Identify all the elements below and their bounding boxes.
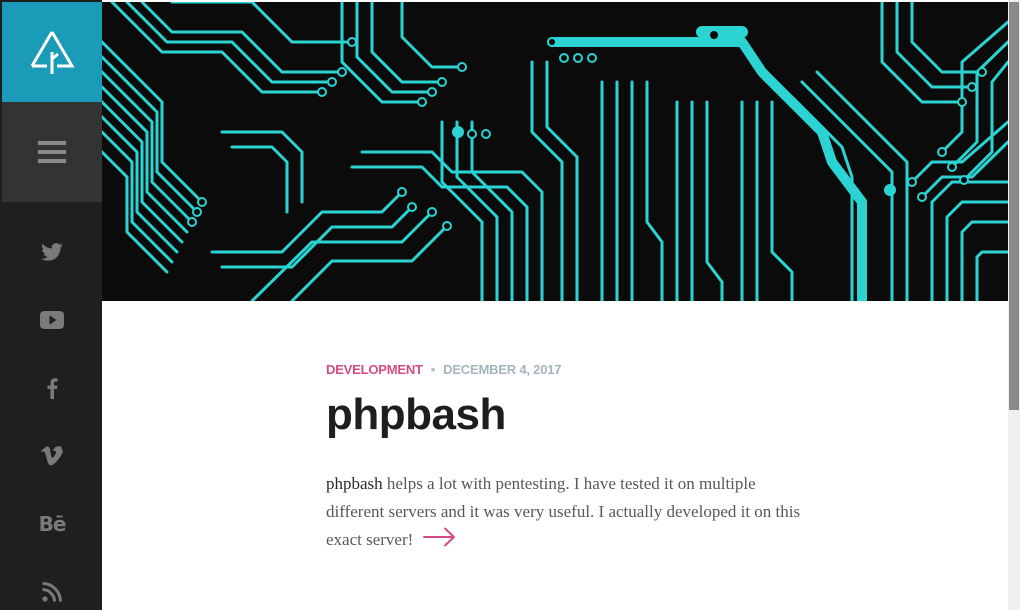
excerpt-lead: phpbash bbox=[326, 474, 383, 493]
twitter-icon bbox=[41, 243, 63, 261]
scrollbar-thumb[interactable] bbox=[1009, 2, 1019, 410]
sidebar: Bē bbox=[0, 0, 102, 610]
post-date-link[interactable]: DECEMBER 4, 2017 bbox=[443, 362, 561, 377]
rss-link[interactable] bbox=[2, 572, 102, 610]
youtube-icon bbox=[40, 311, 64, 329]
post-category-link[interactable]: DEVELOPMENT bbox=[326, 362, 423, 377]
featured-image[interactable] bbox=[102, 2, 1008, 301]
post-summary: DEVELOPMENT • DECEMBER 4, 2017 phpbash php… bbox=[326, 360, 806, 556]
rss-icon bbox=[42, 582, 62, 602]
site-logo[interactable] bbox=[2, 2, 102, 102]
vimeo-icon bbox=[41, 446, 63, 466]
read-more-link[interactable] bbox=[423, 527, 457, 556]
youtube-link[interactable] bbox=[2, 300, 102, 340]
post-excerpt: phpbash helps a lot with pentesting. I h… bbox=[326, 470, 806, 556]
circuit-board-image bbox=[102, 2, 1008, 301]
arrow-right-icon bbox=[423, 527, 456, 547]
facebook-link[interactable] bbox=[2, 368, 102, 408]
triangle-tree-logo-icon bbox=[30, 31, 75, 74]
twitter-link[interactable] bbox=[2, 232, 102, 272]
facebook-icon bbox=[47, 378, 58, 399]
hamburger-icon bbox=[38, 141, 66, 163]
vimeo-link[interactable] bbox=[2, 436, 102, 476]
behance-icon: Bē bbox=[38, 512, 67, 536]
post-meta: DEVELOPMENT • DECEMBER 4, 2017 bbox=[326, 360, 806, 380]
behance-link[interactable]: Bē bbox=[2, 504, 102, 544]
meta-separator: • bbox=[430, 362, 436, 377]
menu-button[interactable] bbox=[2, 102, 102, 202]
post-title[interactable]: phpbash bbox=[326, 390, 806, 440]
excerpt-text: helps a lot with pentesting. I have test… bbox=[326, 474, 801, 549]
